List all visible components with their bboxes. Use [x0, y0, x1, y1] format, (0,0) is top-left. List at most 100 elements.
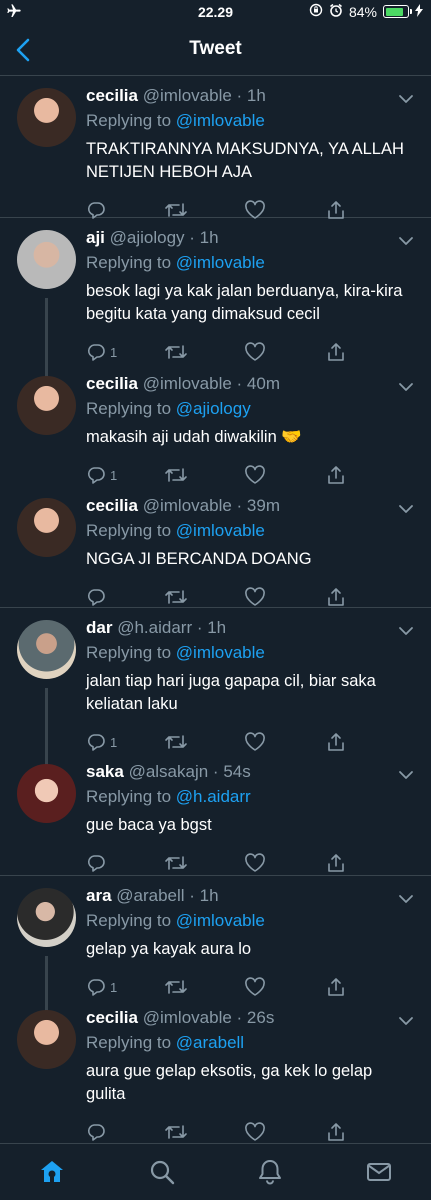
username[interactable]: @imlovable [143, 374, 232, 393]
replying-to: Replying to @imlovable [86, 111, 265, 131]
share-button[interactable] [326, 731, 346, 753]
tweet[interactable]: dar @h.aidarr · 1h Replying to @imlovable… [0, 608, 431, 766]
display-name[interactable]: dar [86, 618, 112, 637]
tweet[interactable]: cecilia @imlovable · 40m Replying to @aji… [0, 364, 431, 486]
chevron-down-icon[interactable] [398, 379, 414, 391]
like-button[interactable] [244, 341, 266, 363]
reply-button[interactable] [86, 1121, 110, 1143]
username[interactable]: @arabell [116, 886, 184, 905]
chevron-down-icon[interactable] [398, 233, 414, 245]
replying-to: Replying to @imlovable [86, 911, 265, 931]
share-button[interactable] [326, 586, 346, 608]
alarm-icon [329, 3, 343, 20]
retweet-button[interactable] [164, 731, 188, 753]
mention-link[interactable]: @imlovable [176, 521, 265, 540]
share-button[interactable] [326, 1121, 346, 1143]
chevron-down-icon[interactable] [398, 91, 414, 103]
username[interactable]: @imlovable [143, 496, 232, 515]
retweet-button[interactable] [164, 341, 188, 363]
reply-button[interactable]: 1 [86, 464, 117, 486]
search-icon[interactable] [148, 1158, 176, 1186]
tweet[interactable]: cecilia @imlovable · 1h Replying to @imlo… [0, 76, 431, 219]
replying-to: Replying to @imlovable [86, 521, 265, 541]
mention-link[interactable]: @h.aidarr [176, 787, 251, 806]
share-icon [326, 587, 346, 607]
retweet-button[interactable] [164, 1121, 188, 1143]
home-icon[interactable] [38, 1158, 66, 1186]
chevron-down-icon[interactable] [398, 1013, 414, 1025]
chevron-down-icon[interactable] [398, 501, 414, 513]
username[interactable]: @imlovable [143, 1008, 232, 1027]
like-button[interactable] [244, 464, 266, 486]
share-button[interactable] [326, 976, 346, 998]
mention-link[interactable]: @imlovable [176, 253, 265, 272]
username[interactable]: @h.aidarr [117, 618, 192, 637]
avatar[interactable] [17, 888, 76, 947]
mail-icon[interactable] [365, 1158, 393, 1186]
tweet-actions [86, 1121, 346, 1143]
timestamp: 1h [207, 618, 227, 637]
avatar[interactable] [17, 88, 76, 147]
reply-button[interactable] [86, 586, 110, 608]
display-name[interactable]: ara [86, 886, 112, 905]
retweet-button[interactable] [164, 852, 188, 874]
battery-percent: 84% [348, 3, 377, 20]
reply-button[interactable]: 1 [86, 341, 117, 363]
tweet-actions: 1 [86, 464, 346, 486]
avatar[interactable] [17, 1010, 76, 1069]
avatar[interactable] [17, 620, 76, 679]
retweet-button[interactable] [164, 976, 188, 998]
timestamp: 54s [223, 762, 251, 781]
avatar[interactable] [17, 230, 76, 289]
share-icon [326, 853, 346, 873]
display-name[interactable]: aji [86, 228, 105, 247]
like-button[interactable] [244, 976, 266, 998]
mention-link[interactable]: @imlovable [176, 911, 265, 930]
username[interactable]: @imlovable [143, 86, 232, 105]
display-name[interactable]: saka [86, 762, 124, 781]
share-button[interactable] [326, 341, 346, 363]
mention-link[interactable]: @arabell [176, 1033, 244, 1052]
tweet[interactable]: cecilia @imlovable · 39m Replying to @iml… [0, 486, 431, 608]
retweet-button[interactable] [164, 586, 188, 608]
share-button[interactable] [326, 852, 346, 874]
tweet[interactable]: cecilia @imlovable · 26s Replying to @ara… [0, 998, 431, 1144]
reply-button[interactable]: 1 [86, 731, 117, 753]
mention-link[interactable]: @ajiology [176, 399, 251, 418]
mention-link[interactable]: @imlovable [176, 111, 265, 130]
avatar[interactable] [17, 498, 76, 557]
chevron-down-icon[interactable] [398, 891, 414, 903]
display-name[interactable]: cecilia [86, 374, 138, 393]
username[interactable]: @alsakajn [129, 762, 209, 781]
tweet[interactable]: saka @alsakajn · 54s Replying to @h.aidar… [0, 752, 431, 876]
display-name[interactable]: cecilia [86, 86, 138, 105]
reply-button[interactable]: 1 [86, 976, 117, 998]
mention-link[interactable]: @imlovable [176, 643, 265, 662]
tweet-header: dar @h.aidarr · 1h [86, 618, 226, 638]
share-button[interactable] [326, 464, 346, 486]
like-button[interactable] [244, 1121, 266, 1143]
reply-count: 1 [110, 979, 118, 995]
chevron-down-icon[interactable] [398, 767, 414, 779]
share-icon [326, 342, 346, 362]
chevron-down-icon[interactable] [398, 623, 414, 635]
separator-dot: · [208, 762, 224, 781]
rotation-lock-icon [309, 3, 323, 20]
like-button[interactable] [244, 731, 266, 753]
reply-button[interactable] [86, 852, 110, 874]
retweet-icon [164, 853, 188, 873]
display-name[interactable]: cecilia [86, 1008, 138, 1027]
display-name[interactable]: cecilia [86, 496, 138, 515]
tweet[interactable]: ara @arabell · 1h Replying to @imlovable g… [0, 876, 431, 1012]
like-button[interactable] [244, 586, 266, 608]
avatar[interactable] [17, 376, 76, 435]
bell-icon[interactable] [256, 1158, 284, 1186]
username[interactable]: @ajiology [110, 228, 185, 247]
replying-to-label: Replying to [86, 787, 172, 806]
reply-icon [86, 1122, 106, 1142]
tweet[interactable]: aji @ajiology · 1h Replying to @imlovable… [0, 218, 431, 378]
retweet-button[interactable] [164, 464, 188, 486]
like-button[interactable] [244, 852, 266, 874]
tweet-text: gelap ya kayak aura lo [86, 940, 252, 958]
avatar[interactable] [17, 764, 76, 823]
